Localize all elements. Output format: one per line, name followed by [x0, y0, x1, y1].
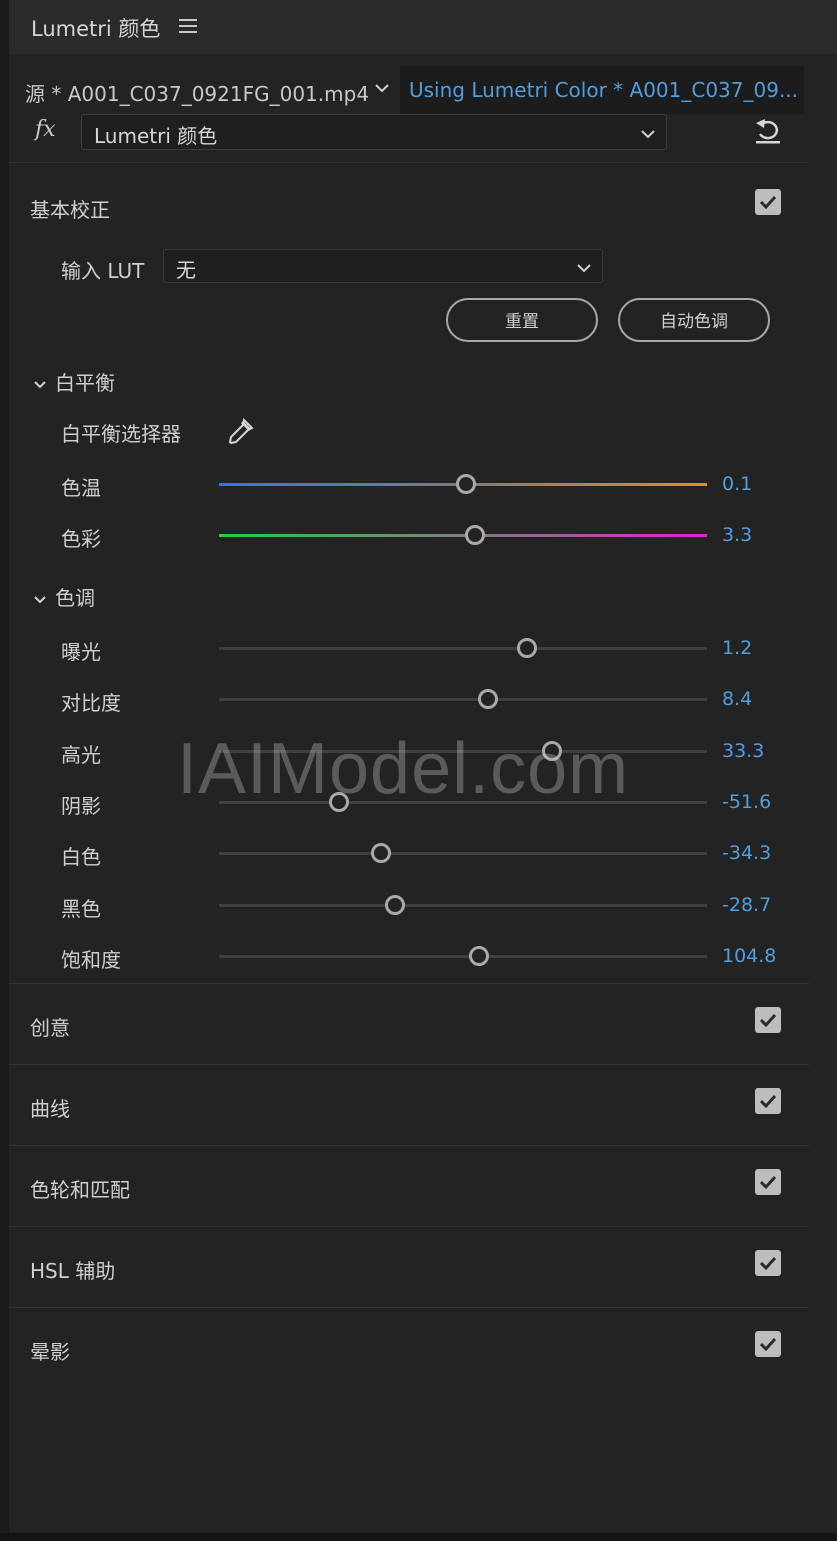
input-lut-dropdown[interactable]: 无: [163, 249, 603, 283]
divider: [9, 983, 809, 984]
input-lut-value: 无: [176, 258, 196, 282]
tone-header[interactable]: 色调: [33, 582, 95, 611]
divider: [9, 1226, 809, 1227]
divider: [9, 1145, 809, 1146]
section-title[interactable]: 创意: [30, 1012, 70, 1041]
slider-knob[interactable]: [464, 525, 485, 545]
slider-track[interactable]: [219, 749, 707, 753]
slider-knob[interactable]: [478, 689, 499, 710]
slider-label: 阴影: [61, 793, 101, 818]
clip-instance-label: Using Lumetri Color * A001_C037_09...: [409, 78, 799, 102]
panel-edge: [0, 0, 9, 1541]
slider-value[interactable]: 0.1: [722, 473, 752, 495]
chevron-down-icon: [576, 259, 592, 278]
slider-label: 黑色: [61, 896, 101, 921]
chevron-down-icon: [33, 586, 55, 610]
slider-label: 饱和度: [61, 947, 121, 972]
slider-track[interactable]: [219, 903, 707, 907]
slider-value[interactable]: 1.2: [722, 637, 752, 659]
input-lut-label: 输入 LUT: [61, 259, 145, 283]
white-balance-header[interactable]: 白平衡: [33, 367, 115, 396]
slider-track[interactable]: [219, 647, 707, 650]
section-enable-checkbox[interactable]: [755, 1169, 781, 1195]
slider-label: 色彩: [61, 527, 101, 551]
slider-label: 曝光: [61, 640, 101, 664]
effect-dropdown[interactable]: Lumetri 颜色: [81, 114, 667, 150]
divider: [9, 1064, 809, 1065]
slider-label: 对比度: [61, 691, 121, 716]
slider-value[interactable]: 8.4: [722, 688, 752, 710]
reset-effect-icon[interactable]: [753, 117, 783, 145]
section-enable-checkbox[interactable]: [755, 1331, 781, 1357]
slider-value[interactable]: -34.3: [722, 842, 771, 864]
slider-track[interactable]: [219, 852, 707, 856]
auto-tone-button[interactable]: 自动色调: [618, 298, 770, 342]
slider-track[interactable]: [219, 800, 707, 804]
white-balance-title: 白平衡: [55, 371, 115, 395]
panel-header: Lumetri 颜色: [9, 0, 837, 54]
basic-correction-checkbox[interactable]: [755, 189, 781, 215]
eyedropper-icon[interactable]: [224, 416, 256, 448]
white-balance-picker-label: 白平衡选择器: [61, 422, 181, 446]
slider-knob[interactable]: [384, 894, 405, 915]
slider-track[interactable]: [219, 534, 707, 537]
slider-knob[interactable]: [328, 791, 349, 812]
chevron-down-icon: [640, 125, 656, 144]
section-title[interactable]: HSL 辅助: [30, 1255, 115, 1284]
slider-value[interactable]: -51.6: [722, 791, 771, 813]
panel-bottom-edge: [0, 1533, 837, 1541]
section-title[interactable]: 晕影: [30, 1336, 70, 1365]
panel-title: Lumetri 颜色: [31, 17, 161, 41]
clip-instance-tab[interactable]: Using Lumetri Color * A001_C037_09...: [400, 66, 804, 114]
source-master-label[interactable]: 源 * A001_C037_0921FG_001.mp4: [25, 78, 369, 107]
divider: [9, 1307, 809, 1308]
source-clip-row: 源 * A001_C037_0921FG_001.mp4 Using Lumet…: [9, 66, 837, 114]
fx-icon: fx: [35, 117, 56, 142]
slider-track[interactable]: [219, 954, 707, 958]
slider-value[interactable]: -28.7: [722, 894, 771, 916]
reset-button[interactable]: 重置: [446, 298, 598, 342]
slider-value[interactable]: 33.3: [722, 740, 764, 762]
slider-knob[interactable]: [456, 474, 477, 494]
chevron-down-icon: [33, 371, 55, 395]
chevron-down-icon[interactable]: [373, 80, 391, 94]
divider: [9, 162, 809, 163]
slider-track[interactable]: [219, 698, 707, 702]
slider-knob[interactable]: [370, 843, 391, 864]
tone-title: 色调: [55, 586, 95, 610]
slider-knob[interactable]: [517, 638, 538, 658]
section-enable-checkbox[interactable]: [755, 1007, 781, 1033]
lumetri-panel: Lumetri 颜色 源 * A001_C037_0921FG_001.mp4 …: [9, 0, 837, 1533]
section-enable-checkbox[interactable]: [755, 1088, 781, 1114]
slider-knob[interactable]: [541, 740, 562, 761]
slider-value[interactable]: 104.8: [722, 945, 776, 967]
effect-dropdown-value: Lumetri 颜色: [94, 124, 218, 148]
watermark-text: IAIModel.com: [177, 729, 630, 809]
section-title[interactable]: 曲线: [30, 1093, 70, 1122]
slider-label: 白色: [61, 845, 101, 870]
section-title[interactable]: 色轮和匹配: [30, 1174, 130, 1203]
slider-label: 高光: [61, 742, 101, 767]
slider-knob[interactable]: [469, 945, 490, 966]
slider-label: 色温: [61, 476, 101, 500]
section-enable-checkbox[interactable]: [755, 1250, 781, 1276]
slider-value[interactable]: 3.3: [722, 524, 752, 546]
section-title-basic-correction[interactable]: 基本校正: [30, 194, 110, 223]
hamburger-menu-icon[interactable]: [179, 18, 197, 34]
